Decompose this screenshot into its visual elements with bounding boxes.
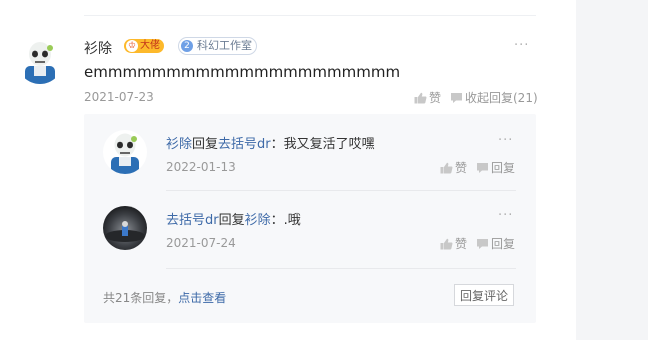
reply-line: 去括号dr回复衫除：.哦 <box>166 209 301 228</box>
top-divider <box>84 15 536 16</box>
skeleton-avatar-icon <box>103 130 147 174</box>
dalao-badge: ♔ 大佬 <box>124 39 164 53</box>
reply-label: 回复 <box>491 237 516 251</box>
right-side-panel <box>576 0 648 340</box>
view-all-replies-link[interactable]: 点击查看 <box>178 291 226 305</box>
comment-bubble-icon <box>477 238 488 249</box>
comment-user-name[interactable]: 衫除 <box>84 38 112 58</box>
reply-date: 2021-07-24 <box>166 236 236 250</box>
like-label: 赞 <box>455 237 468 251</box>
comment-date: 2021-07-23 <box>84 90 154 104</box>
like-label: 赞 <box>429 91 442 105</box>
thumbs-up-icon <box>414 92 427 103</box>
comment-bubble-icon <box>477 162 488 173</box>
reply-avatar[interactable] <box>103 206 147 250</box>
comment-bubble-icon <box>451 92 462 103</box>
reply-from-user[interactable]: 衫除 <box>166 137 192 152</box>
reply-comment-button[interactable]: 回复评论 <box>454 284 514 306</box>
dark-photo-avatar-icon <box>103 206 147 250</box>
like-label: 赞 <box>455 161 468 175</box>
reply-line: 衫除回复去括号dr：我又复活了哎嘿 <box>166 133 375 152</box>
reply-reply-button[interactable]: 回复 <box>476 159 515 176</box>
studio-badge[interactable]: 2 科幻工作室 <box>178 37 257 55</box>
reply-to-user[interactable]: 去括号dr <box>218 137 271 152</box>
reply-date: 2022-01-13 <box>166 160 236 174</box>
reply-divider <box>166 190 516 191</box>
like-button[interactable]: 赞 <box>414 89 441 106</box>
reply-text: ：我又复活了哎嘿 <box>270 137 375 152</box>
skeleton-avatar-icon <box>17 38 63 84</box>
collapse-replies-label: 收起回复(21) <box>465 91 538 105</box>
reply-divider <box>166 268 516 269</box>
studio-badge-number: 2 <box>181 40 193 52</box>
reply-text: ：.哦 <box>270 213 301 228</box>
crown-icon: ♔ <box>126 40 138 52</box>
reply-like-button[interactable]: 赞 <box>440 235 467 252</box>
reply-word: 回复 <box>192 137 219 152</box>
thumbs-up-icon <box>440 162 453 173</box>
studio-badge-label: 科幻工作室 <box>197 39 252 52</box>
reply-word: 回复 <box>218 213 245 228</box>
reply-count-text: 共21条回复， <box>103 291 179 305</box>
more-options-icon[interactable]: ··· <box>498 208 513 223</box>
comment-text: emmmmmmmmmmmmmmmmmmmmm <box>84 63 401 81</box>
reply-label: 回复 <box>491 161 516 175</box>
reply-to-user[interactable]: 衫除 <box>245 213 271 228</box>
reply-count: 共21条回复，点击查看 <box>103 289 226 306</box>
reply-reply-button[interactable]: 回复 <box>476 235 515 252</box>
more-options-icon[interactable]: ··· <box>498 133 513 148</box>
more-options-icon[interactable]: ··· <box>514 38 529 53</box>
avatar[interactable] <box>17 38 63 84</box>
reply-from-user[interactable]: 去括号dr <box>166 213 219 228</box>
dalao-badge-label: 大佬 <box>140 40 160 51</box>
thumbs-up-icon <box>440 238 453 249</box>
reply-like-button[interactable]: 赞 <box>440 159 467 176</box>
reply-avatar[interactable] <box>103 130 147 174</box>
collapse-replies-button[interactable]: 收起回复(21) <box>450 89 538 106</box>
